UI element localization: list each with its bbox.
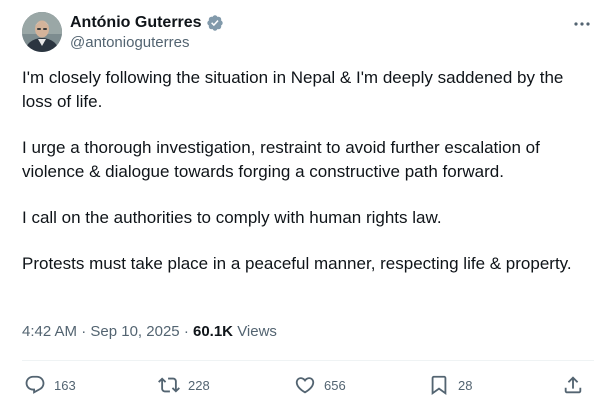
meta-separator: · bbox=[183, 323, 189, 340]
tweet-time[interactable]: 4:42 AM bbox=[22, 323, 77, 340]
tweet-paragraph: I'm closely following the situation in N… bbox=[22, 68, 564, 111]
verified-badge-icon[interactable] bbox=[206, 14, 224, 32]
tweet-paragraph: I urge a thorough investigation, restrai… bbox=[22, 138, 540, 181]
profile-photo-icon bbox=[22, 12, 62, 52]
like-button[interactable]: 656 bbox=[294, 372, 346, 398]
avatar[interactable] bbox=[22, 12, 62, 52]
reply-icon bbox=[25, 375, 45, 394]
repost-count: 228 bbox=[188, 377, 210, 393]
tweet-date[interactable]: Sep 10, 2025 bbox=[90, 323, 179, 340]
heart-icon bbox=[295, 377, 315, 394]
more-options-icon[interactable] bbox=[570, 12, 594, 36]
tweet-card: António Guterres @antonioguterres I'm cl… bbox=[0, 0, 612, 408]
views-label: Views bbox=[237, 323, 277, 340]
reply-count: 163 bbox=[54, 377, 76, 393]
like-count: 656 bbox=[324, 377, 346, 393]
action-bar: 163 228 656 28 bbox=[0, 372, 612, 398]
author-name-row: António Guterres bbox=[70, 12, 224, 34]
repost-button[interactable]: 228 bbox=[158, 372, 210, 398]
tweet-paragraph: Protests must take place in a peaceful m… bbox=[22, 254, 572, 273]
tweet-meta: 4:42 AM · Sep 10, 2025 · 60.1K Views bbox=[22, 323, 277, 340]
repost-icon bbox=[158, 377, 180, 393]
bookmark-icon bbox=[431, 375, 447, 396]
reply-button[interactable]: 163 bbox=[24, 372, 76, 398]
divider bbox=[22, 360, 594, 361]
bookmark-button[interactable]: 28 bbox=[428, 372, 472, 398]
author-handle[interactable]: @antonioguterres bbox=[70, 34, 189, 51]
views-count[interactable]: 60.1K bbox=[193, 323, 233, 340]
share-button[interactable] bbox=[562, 372, 584, 398]
display-name[interactable]: António Guterres bbox=[70, 14, 202, 32]
tweet-paragraph: I call on the authorities to comply with… bbox=[22, 208, 442, 227]
share-icon bbox=[564, 376, 582, 394]
bookmark-count: 28 bbox=[458, 377, 473, 393]
tweet-text: I'm closely following the situation in N… bbox=[22, 66, 594, 276]
meta-separator: · bbox=[81, 323, 87, 340]
